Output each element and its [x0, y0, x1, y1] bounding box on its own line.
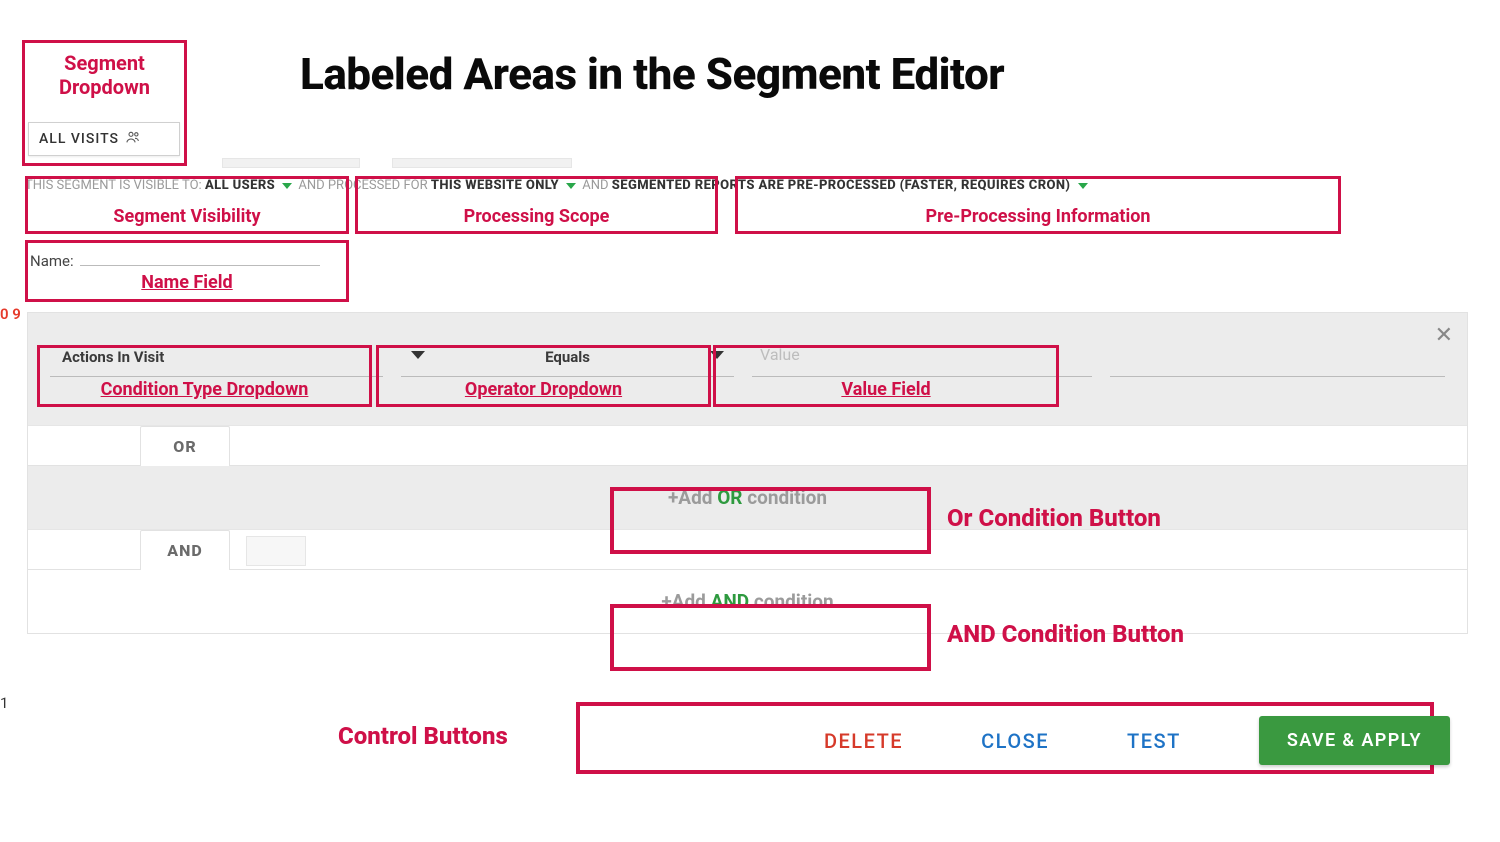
annotation-or-button [610, 487, 931, 554]
save-and-apply-button[interactable]: SAVE & APPLY [1259, 716, 1450, 765]
annotation-processing-scope: Processing Scope [355, 176, 718, 234]
annotation-preprocessing-info: Pre-Processing Information [735, 176, 1341, 234]
or-tab-row: OR [28, 425, 1467, 465]
and-tab[interactable]: AND [140, 530, 230, 570]
annotation-label: Pre-Processing Information [738, 206, 1338, 227]
page-title: Labeled Areas in the Segment Editor [300, 48, 1004, 100]
annotation-and-button [610, 604, 931, 671]
tab-ghost [392, 158, 572, 168]
delete-button[interactable]: DELETE [824, 729, 903, 753]
annotation-label: Condition Type Dropdown [40, 379, 369, 400]
annotation-segment-visibility: Segment Visibility [25, 176, 349, 234]
control-button-bar: DELETE CLOSE TEST SAVE & APPLY [824, 716, 1450, 765]
test-button[interactable]: TEST [1127, 729, 1181, 753]
annotation-label: AND Condition Button [947, 620, 1184, 648]
users-icon [125, 129, 141, 149]
clipped-text: 1 [0, 694, 8, 712]
segment-dropdown-selected: ALL VISITS [39, 131, 119, 147]
annotation-label: Segment Visibility [28, 206, 346, 227]
or-tab[interactable]: OR [140, 426, 230, 466]
name-label: Name: [30, 252, 74, 270]
annotation-condition-type: Condition Type Dropdown [37, 345, 372, 407]
close-button[interactable]: CLOSE [981, 729, 1049, 753]
segment-dropdown-button[interactable]: ALL VISITS [28, 122, 180, 156]
tab-ghost [246, 536, 306, 566]
segment-name-input[interactable] [80, 244, 320, 266]
tab-ghost [222, 158, 360, 168]
annotation-label: Segment Dropdown [25, 51, 184, 99]
clipped-text: 0 9 [0, 305, 21, 323]
name-row: Name: [30, 244, 320, 270]
annotation-label: Or Condition Button [947, 504, 1161, 532]
annotation-label: Name Field [28, 272, 346, 293]
annotation-value-field: Value Field [713, 345, 1059, 407]
annotation-label: Operator Dropdown [379, 379, 708, 400]
annotation-operator: Operator Dropdown [376, 345, 711, 407]
annotation-label: Control Buttons [338, 722, 508, 750]
value-input-extension[interactable] [1110, 337, 1445, 377]
annotation-label: Value Field [716, 379, 1056, 400]
annotation-label: Processing Scope [358, 206, 715, 227]
